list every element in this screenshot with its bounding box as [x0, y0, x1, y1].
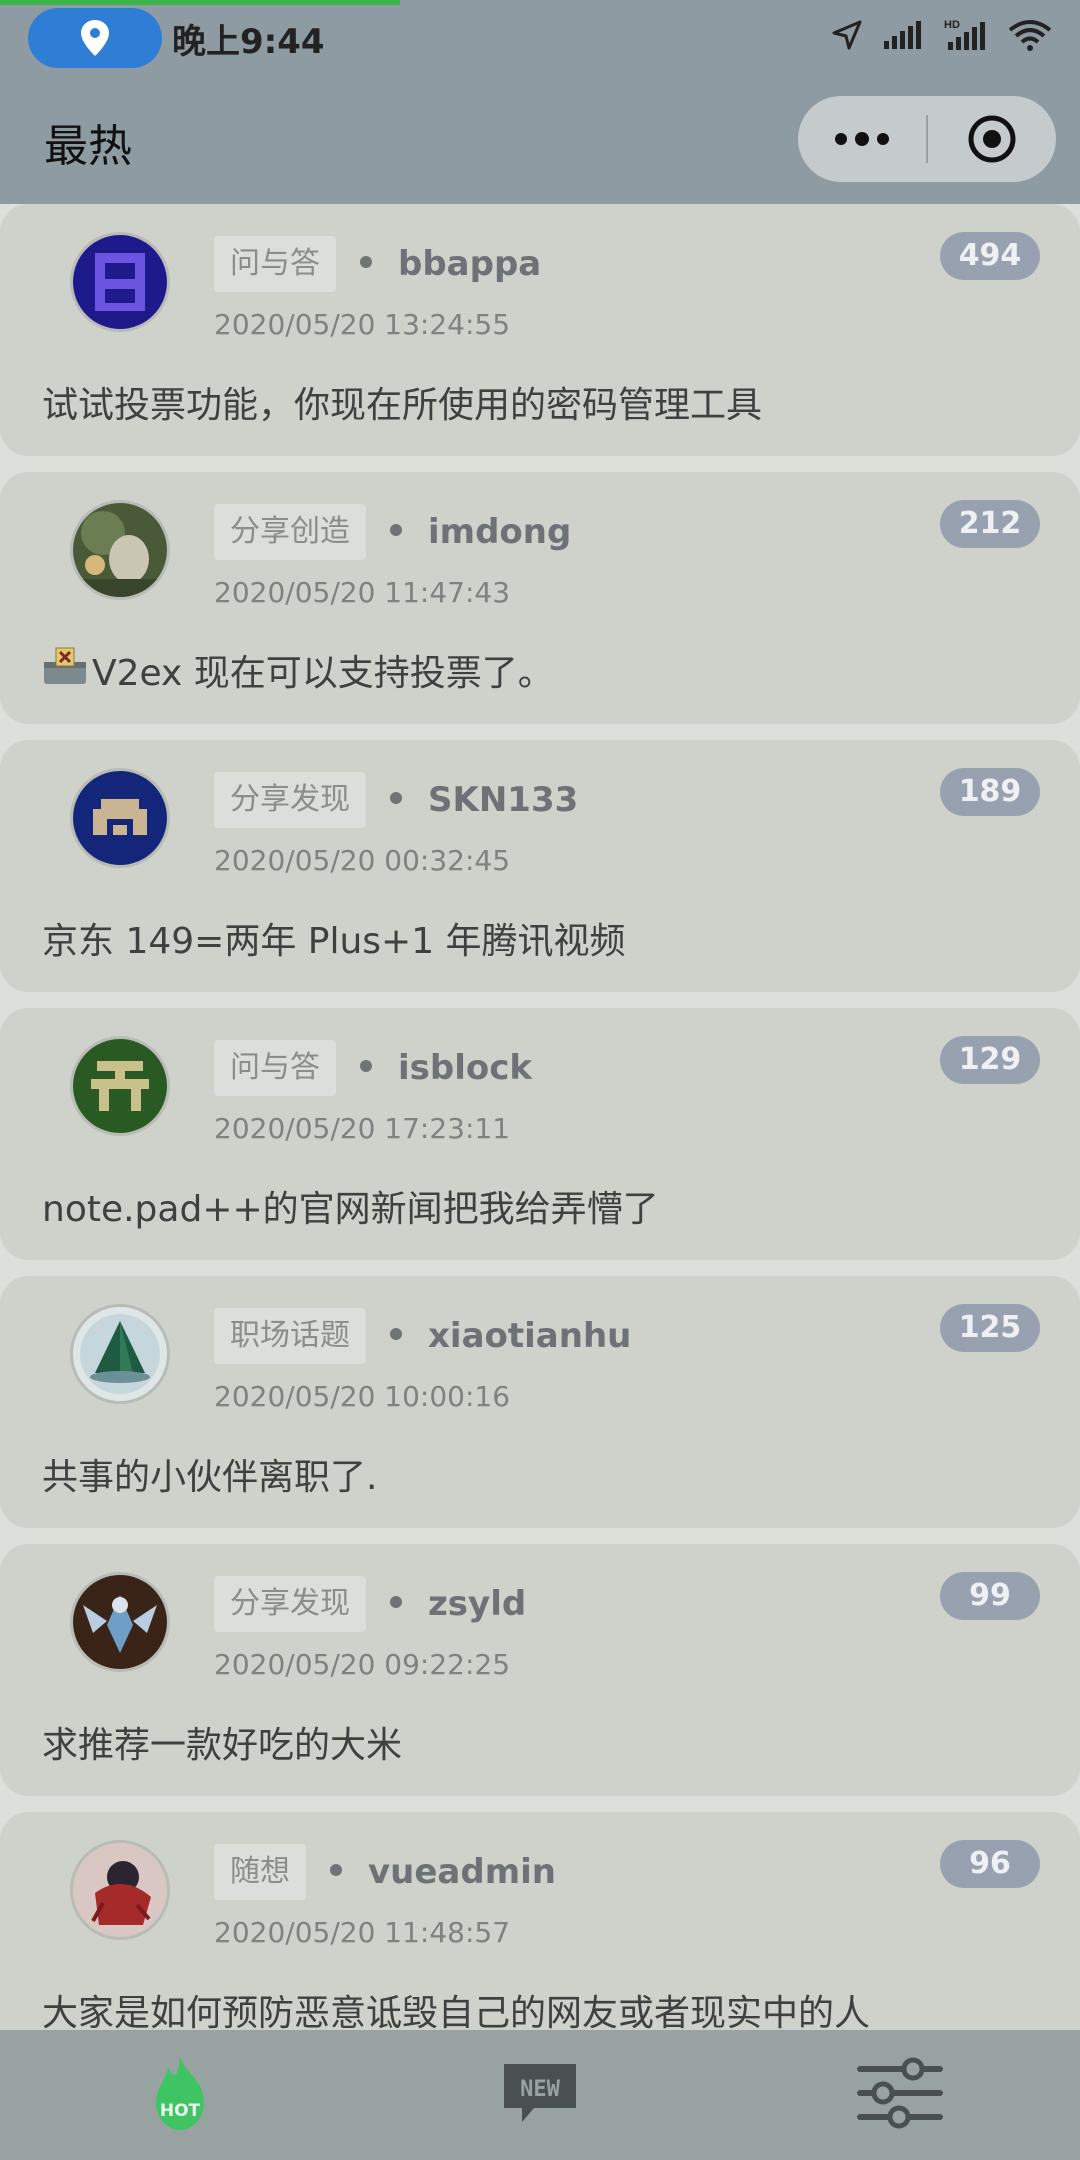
separator-dot [390, 1328, 402, 1340]
reply-count-badge: 212 [940, 500, 1040, 548]
topic-title-row[interactable]: V2ex 现在可以支持投票了。 [42, 644, 554, 696]
page-loading-bar [0, 0, 400, 5]
separator-dot [390, 792, 402, 804]
reply-count-badge: 96 [940, 1840, 1040, 1888]
location-pin-icon [28, 8, 162, 68]
svg-text:HD: HD [944, 19, 960, 31]
topic-card[interactable]: 分享创造 imdong 2020/05/20 11:47:43 212 V2ex… [0, 472, 1080, 724]
author-name[interactable]: imdong [428, 512, 571, 552]
avatar[interactable] [70, 1036, 170, 1136]
avatar[interactable] [70, 232, 170, 332]
tab-hot[interactable]: HOT [0, 2030, 360, 2160]
avatar[interactable] [70, 500, 170, 600]
topic-title[interactable]: 京东 149=两年 Plus+1 年腾讯视频 [42, 912, 626, 964]
separator-dot [390, 1596, 402, 1608]
author-name[interactable]: SKN133 [428, 780, 578, 820]
new-badge-icon: NEW [500, 2060, 580, 2130]
topic-time: 2020/05/20 09:22:25 [214, 1648, 511, 1681]
topic-card[interactable]: 问与答 isblock 2020/05/20 17:23:11 129 note… [0, 1008, 1080, 1260]
topic-time: 2020/05/20 00:32:45 [214, 844, 511, 877]
mini-program-capsule [798, 96, 1056, 182]
tab-new[interactable]: NEW [360, 2030, 720, 2160]
topic-time: 2020/05/20 11:47:43 [214, 576, 511, 609]
settings-sliders-icon [855, 2056, 945, 2134]
node-tag[interactable]: 职场话题 [214, 1308, 366, 1364]
topic-title[interactable]: 求推荐一款好吃的大米 [42, 1716, 402, 1768]
node-tag[interactable]: 问与答 [214, 1040, 336, 1096]
wifi-icon [1008, 18, 1052, 56]
hot-flame-icon: HOT [148, 2054, 212, 2136]
separator-dot [360, 256, 372, 268]
avatar[interactable] [70, 768, 170, 868]
node-tag[interactable]: 随想 [214, 1844, 306, 1900]
topic-time: 2020/05/20 17:23:11 [214, 1112, 511, 1145]
topic-card[interactable]: 随想 vueadmin 2020/05/20 11:48:57 96 大家是如何… [0, 1812, 1080, 2064]
reply-count-badge: 129 [940, 1036, 1040, 1084]
separator-dot [390, 524, 402, 536]
avatar[interactable] [70, 1304, 170, 1404]
reply-count-badge: 125 [940, 1304, 1040, 1352]
signal-icon [882, 19, 926, 55]
topic-card[interactable]: 分享发现 zsyld 2020/05/20 09:22:25 99 求推荐一款好… [0, 1544, 1080, 1796]
avatar[interactable] [70, 1572, 170, 1672]
topic-title[interactable]: 试试投票功能，你现在所使用的密码管理工具 [42, 376, 762, 428]
node-tag[interactable]: 分享发现 [214, 772, 366, 828]
topic-title[interactable]: 大家是如何预防恶意诋毁自己的网友或者现实中的人 [42, 1984, 870, 2036]
more-dots-icon[interactable] [798, 96, 926, 182]
node-tag[interactable]: 分享创造 [214, 504, 366, 560]
bottom-tab-bar: HOT NEW [0, 2030, 1080, 2160]
topic-card[interactable]: 职场话题 xiaotianhu 2020/05/20 10:00:16 125 … [0, 1276, 1080, 1528]
topic-time: 2020/05/20 13:24:55 [214, 308, 511, 341]
nav-header: 最热 [0, 78, 1080, 204]
status-time: 晚上9:44 [172, 22, 325, 62]
separator-dot [330, 1864, 342, 1876]
status-bar: 晚上9:44 HD [0, 0, 1080, 78]
page-title: 最热 [44, 121, 132, 172]
topic-time: 2020/05/20 10:00:16 [214, 1380, 511, 1413]
app-screen: 晚上9:44 HD 最热 问与答 bbappa 2020/05/20 13:24… [0, 0, 1080, 2160]
topic-card[interactable]: 分享发现 SKN133 2020/05/20 00:32:45 189 京东 1… [0, 740, 1080, 992]
topic-card[interactable]: 问与答 bbappa 2020/05/20 13:24:55 494 试试投票功… [0, 204, 1080, 456]
author-name[interactable]: isblock [398, 1048, 532, 1088]
node-tag[interactable]: 分享发现 [214, 1576, 366, 1632]
topic-title: V2ex 现在可以支持投票了。 [92, 653, 554, 694]
reply-count-badge: 99 [940, 1572, 1040, 1620]
hot-label: HOT [160, 2101, 201, 2121]
author-name[interactable]: xiaotianhu [428, 1316, 631, 1356]
hd-signal-icon: HD [944, 18, 990, 56]
new-label: NEW [520, 2077, 560, 2102]
tab-settings[interactable] [720, 2030, 1080, 2160]
topic-title[interactable]: 共事的小伙伴离职了. [42, 1448, 377, 1500]
topic-time: 2020/05/20 11:48:57 [214, 1916, 511, 1949]
reply-count-badge: 494 [940, 232, 1040, 280]
topic-title[interactable]: note.pad++的官网新闻把我给弄懵了 [42, 1180, 659, 1232]
avatar[interactable] [70, 1840, 170, 1940]
status-icons: HD [830, 18, 1052, 56]
author-name[interactable]: zsyld [428, 1584, 526, 1624]
navigation-arrow-icon [830, 18, 864, 56]
node-tag[interactable]: 问与答 [214, 236, 336, 292]
separator-dot [360, 1060, 372, 1072]
reply-count-badge: 189 [940, 768, 1040, 816]
ballot-box-icon [42, 646, 88, 695]
author-name[interactable]: vueadmin [368, 1852, 556, 1892]
author-name[interactable]: bbappa [398, 244, 541, 284]
target-icon[interactable] [928, 96, 1056, 182]
